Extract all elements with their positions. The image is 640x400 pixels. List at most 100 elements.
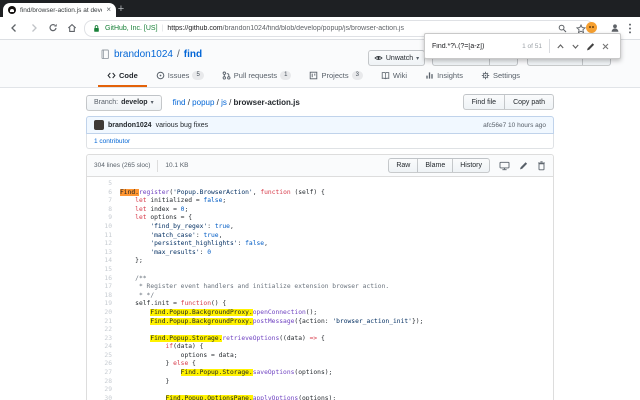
breadcrumb-separator: / — [226, 98, 234, 107]
reload-icon[interactable] — [48, 23, 58, 33]
page-zoom-icon[interactable] — [558, 24, 567, 33]
caret-down-icon: ▾ — [150, 100, 154, 106]
line-number[interactable]: 16 — [87, 275, 120, 284]
line-number[interactable]: 17 — [87, 283, 120, 292]
line-number[interactable]: 24 — [87, 343, 120, 352]
tab-projects[interactable]: Projects 3 — [300, 67, 371, 87]
line-number[interactable]: 13 — [87, 249, 120, 258]
commit-sha-time[interactable]: afc56e7 10 hours ago — [483, 122, 546, 129]
github-favicon-icon — [8, 6, 16, 14]
breadcrumb: find / popup / js / browser-action.js — [173, 98, 300, 107]
line-number[interactable]: 28 — [87, 378, 120, 387]
tab-settings[interactable]: Settings — [472, 67, 529, 87]
code-text: if(data) { — [165, 343, 204, 351]
commit-message-link[interactable]: various bug fixes — [156, 122, 209, 129]
line-number[interactable]: 21 — [87, 318, 120, 327]
chevron-down-icon[interactable] — [568, 42, 583, 51]
file-box: 304 lines (265 sloc) 10.1 KB Raw Blame H… — [86, 154, 554, 400]
tab-code[interactable]: Code — [98, 67, 147, 87]
code-line: 6 Find.register('Popup.BrowserAction', fu… — [87, 188, 553, 198]
kebab-menu-icon[interactable] — [628, 23, 632, 34]
caret-down-icon: ▾ — [416, 55, 420, 62]
tab-pull-requests[interactable]: Pull requests 1 — [213, 67, 301, 87]
line-number[interactable]: 25 — [87, 352, 120, 361]
line-number[interactable]: 10 — [87, 223, 120, 232]
bookmark-star-icon[interactable] — [576, 23, 586, 34]
find-extension-icon[interactable] — [586, 22, 597, 33]
tab-title: find/browser-action.js at devel — [20, 6, 103, 14]
line-number[interactable]: 11 — [87, 232, 120, 241]
history-button[interactable]: History — [452, 158, 490, 173]
unwatch-button[interactable]: Unwatch ▾ — [368, 50, 425, 66]
browser-tab-strip: find/browser-action.js at devel × + — [0, 0, 640, 17]
forward-icon[interactable] — [29, 23, 39, 33]
line-number[interactable]: 20 — [87, 309, 120, 318]
code-text: * */ — [138, 291, 155, 299]
breadcrumb-link[interactable]: popup — [192, 98, 214, 107]
branch-name: develop — [121, 99, 148, 106]
commit-tease: brandon1024 various bug fixes afc56e7 10… — [86, 116, 554, 149]
url-path: /brandon1024/find/blob/develop/popup/js/… — [222, 25, 404, 32]
line-number[interactable]: 26 — [87, 360, 120, 369]
wiki-icon — [381, 71, 390, 80]
chevron-up-icon[interactable] — [553, 42, 568, 51]
line-number[interactable]: 6 — [87, 189, 120, 198]
branch-select-button[interactable]: Branch: develop ▾ — [86, 94, 162, 111]
tab-label: Issues — [167, 71, 190, 80]
line-number[interactable]: 12 — [87, 240, 120, 249]
find-file-button[interactable]: Find file — [462, 94, 506, 110]
line-number[interactable]: 18 — [87, 292, 120, 301]
code-text: let initialized = false; — [135, 197, 227, 205]
desktop-icon[interactable] — [499, 161, 510, 171]
line-number[interactable]: 5 — [87, 180, 120, 189]
find-popup-divider — [549, 39, 550, 53]
tab-close-icon[interactable]: × — [106, 6, 111, 14]
tab-wiki[interactable]: Wiki — [372, 67, 416, 87]
tab-insights[interactable]: Insights — [416, 67, 472, 87]
tab-issues[interactable]: Issues 5 — [147, 67, 213, 87]
back-icon[interactable] — [9, 23, 19, 33]
raw-button[interactable]: Raw — [388, 158, 419, 173]
repo-owner-link[interactable]: brandon1024 — [114, 49, 173, 60]
pencil-icon[interactable] — [583, 42, 598, 51]
edit-pencil-icon[interactable] — [519, 161, 528, 170]
line-number[interactable]: 19 — [87, 300, 120, 309]
browser-tab[interactable]: find/browser-action.js at devel × — [3, 3, 116, 17]
line-number[interactable]: 27 — [87, 369, 120, 378]
new-tab-button[interactable]: + — [113, 3, 129, 16]
code-line: 19 self.init = function() { — [87, 300, 553, 309]
line-number[interactable]: 14 — [87, 257, 120, 266]
code-line: 16 /** — [87, 275, 553, 284]
commit-author-link[interactable]: brandon1024 — [108, 122, 152, 129]
trash-icon[interactable] — [537, 160, 546, 171]
line-number[interactable]: 9 — [87, 214, 120, 223]
breadcrumb-link[interactable]: find — [173, 98, 186, 107]
line-number[interactable]: 22 — [87, 326, 120, 335]
blame-button[interactable]: Blame — [417, 158, 454, 173]
line-number[interactable]: 29 — [87, 386, 120, 395]
code-line: 7 let initialized = false; — [87, 197, 553, 206]
line-number[interactable]: 15 — [87, 266, 120, 275]
line-number[interactable]: 30 — [87, 395, 120, 400]
code-line: 23 Find.Popup.Storage.retrieveOptions((d… — [87, 334, 553, 344]
code-text: self.init = function() { — [120, 300, 227, 308]
find-query-input[interactable]: Find.*?\.(?=[a-z]) — [432, 43, 518, 50]
repo-name-link[interactable]: find — [184, 49, 202, 60]
copy-path-button[interactable]: Copy path — [504, 94, 554, 110]
close-icon[interactable] — [598, 42, 613, 51]
line-number[interactable]: 7 — [87, 197, 120, 206]
contributors-link[interactable]: 1 contributor — [94, 138, 130, 145]
code-text: 'persistent_highlights': false, — [150, 240, 268, 248]
line-number[interactable]: 8 — [87, 206, 120, 215]
line-number[interactable]: 23 — [87, 335, 120, 344]
avatar[interactable] — [94, 120, 104, 130]
code-text: Find.Popup.OptionsPane.applyOptions(opti… — [165, 394, 337, 400]
ev-certificate-name: GitHub, Inc. [US] — [105, 25, 158, 32]
latest-commit-row: brandon1024 various bug fixes afc56e7 10… — [86, 116, 554, 134]
code-line: 20 Find.Popup.BackgroundProxy.openConnec… — [87, 308, 553, 318]
code-line: 5 — [87, 180, 553, 189]
home-icon[interactable] — [67, 23, 77, 33]
code-line: 14 }; — [87, 257, 553, 266]
unwatch-label: Unwatch — [385, 54, 414, 62]
profile-icon[interactable] — [610, 23, 620, 33]
